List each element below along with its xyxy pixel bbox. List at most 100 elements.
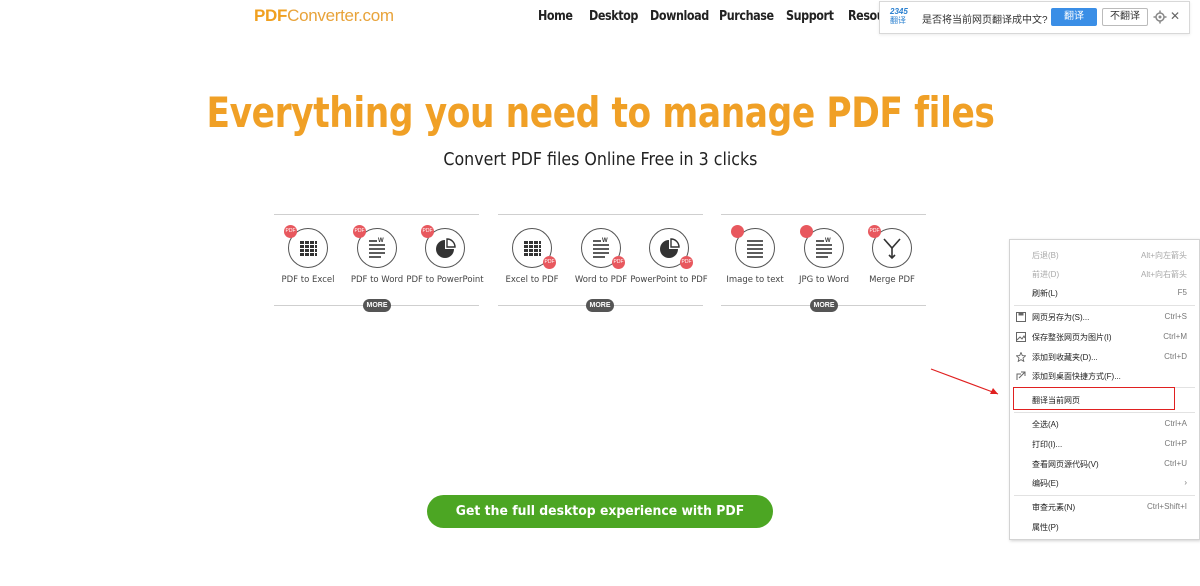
more-button[interactable]: MORE bbox=[810, 299, 838, 312]
divider bbox=[498, 214, 703, 215]
menu-item-shortcut: Alt+向右箭头 bbox=[1140, 270, 1187, 279]
tool-label: Merge PDF bbox=[869, 275, 915, 285]
pdf-badge-icon: PDF bbox=[612, 256, 625, 269]
menu-item-forward[interactable]: 前进(D) Alt+向右箭头 bbox=[1010, 265, 1199, 283]
menu-item-label: 刷新(L) bbox=[1032, 289, 1058, 298]
menu-item-view-source[interactable]: 查看网页源代码(V) Ctrl+U bbox=[1010, 455, 1199, 473]
menu-item-label: 保存整张网页为图片(I) bbox=[1032, 333, 1112, 342]
menu-item-label: 属性(P) bbox=[1032, 523, 1059, 532]
text-lines-icon bbox=[731, 225, 775, 268]
nav-download[interactable]: Download bbox=[650, 9, 709, 24]
translate-button[interactable]: 翻译 bbox=[1051, 8, 1097, 26]
red-arrow-annotation bbox=[930, 368, 999, 395]
tool-label: Image to text bbox=[726, 275, 784, 285]
tool-group-image-and-merge: Image to text W JPG to Word PDF Merge PD… bbox=[721, 214, 926, 314]
desktop-elite-cta-button[interactable]: Get the full desktop experience with PDF… bbox=[427, 495, 773, 552]
tool-pdf-to-excel[interactable]: PDF PDF to Excel bbox=[268, 225, 348, 285]
hero-title: Everything you need to manage PDF files bbox=[0, 88, 1200, 137]
nav-desktop[interactable]: Desktop bbox=[589, 9, 638, 24]
gear-icon[interactable] bbox=[1153, 10, 1167, 24]
menu-item-add-favorite[interactable]: 添加到收藏夹(D)... Ctrl+D bbox=[1010, 348, 1199, 366]
menu-item-label: 查看网页源代码(V) bbox=[1032, 460, 1099, 469]
excel-grid-icon: PDF bbox=[512, 228, 556, 269]
tool-label: Excel to PDF bbox=[505, 275, 559, 285]
svg-text:W: W bbox=[602, 238, 608, 244]
svg-text:W: W bbox=[825, 238, 831, 244]
tool-label: PDF to PowerPoint bbox=[406, 275, 484, 285]
translate-question: 是否将当前网页翻译成中文? bbox=[922, 15, 1048, 26]
tool-group-pdf-to-office: PDF PDF to Excel W PDF PDF to Word PDF P… bbox=[274, 214, 484, 314]
nav-home[interactable]: Home bbox=[538, 9, 573, 24]
image-badge-icon bbox=[731, 225, 744, 238]
menu-item-refresh[interactable]: 刷新(L) F5 bbox=[1010, 284, 1199, 302]
word-doc-icon: W PDF bbox=[353, 225, 397, 268]
svg-text:W: W bbox=[378, 238, 384, 244]
menu-item-save-as[interactable]: 网页另存为(S)... Ctrl+S bbox=[1010, 308, 1199, 326]
no-translate-button[interactable]: 不翻译 bbox=[1102, 8, 1148, 26]
menu-item-encoding[interactable]: 编码(E) › bbox=[1010, 474, 1199, 492]
hero-title-text: Everything you need to manage PDF files bbox=[205, 88, 995, 137]
menu-item-label: 网页另存为(S)... bbox=[1032, 313, 1090, 322]
merge-icon: PDF bbox=[868, 225, 912, 268]
tool-image-to-text[interactable]: Image to text bbox=[715, 225, 795, 285]
divider bbox=[721, 214, 926, 215]
pdf-badge-icon: PDF bbox=[868, 225, 881, 238]
logo-converter-text: Converter.com bbox=[287, 6, 394, 25]
tool-label: PowerPoint to PDF bbox=[630, 275, 708, 285]
tool-pdf-to-powerpoint[interactable]: PDF PDF to PowerPoint bbox=[405, 225, 485, 285]
nav-support[interactable]: Support bbox=[786, 9, 834, 24]
menu-separator bbox=[1014, 412, 1195, 413]
tool-label: PDF to Excel bbox=[281, 275, 335, 285]
menu-item-label: 编码(E) bbox=[1032, 479, 1059, 488]
menu-item-shortcut: Alt+向左箭头 bbox=[1140, 251, 1187, 260]
cta-text: Get the full desktop experience with PDF… bbox=[455, 503, 745, 552]
menu-item-desktop-shortcut[interactable]: 添加到桌面快捷方式(F)... bbox=[1010, 367, 1199, 385]
menu-separator bbox=[1014, 305, 1195, 306]
more-button[interactable]: MORE bbox=[363, 299, 391, 312]
powerpoint-pie-icon: PDF bbox=[649, 228, 693, 269]
nav-purchase[interactable]: Purchase bbox=[719, 9, 774, 24]
menu-item-shortcut: Ctrl+M bbox=[1163, 332, 1187, 341]
tool-powerpoint-to-pdf[interactable]: PDF PowerPoint to PDF bbox=[629, 228, 709, 285]
pdf-badge-icon: PDF bbox=[284, 225, 297, 238]
menu-item-inspect[interactable]: 审查元素(N) Ctrl+Shift+I bbox=[1010, 498, 1199, 516]
word-doc-icon: W bbox=[800, 225, 844, 268]
tool-merge-pdf[interactable]: PDF Merge PDF bbox=[852, 225, 932, 285]
excel-grid-icon: PDF bbox=[284, 225, 328, 268]
translate-logo-number: 2345 bbox=[890, 7, 908, 16]
menu-item-label: 添加到桌面快捷方式(F)... bbox=[1032, 372, 1121, 381]
more-button[interactable]: MORE bbox=[586, 299, 614, 312]
menu-item-select-all[interactable]: 全选(A) Ctrl+A bbox=[1010, 415, 1199, 433]
image-icon bbox=[1016, 332, 1026, 342]
image-badge-icon bbox=[800, 225, 813, 238]
menu-item-print[interactable]: 打印(I)... Ctrl+P bbox=[1010, 435, 1199, 453]
tool-excel-to-pdf[interactable]: PDF Excel to PDF bbox=[492, 228, 572, 285]
save-icon bbox=[1016, 312, 1026, 322]
translate-logo-text: 翻译 bbox=[890, 16, 906, 25]
menu-item-label: 添加到收藏夹(D)... bbox=[1032, 353, 1098, 362]
menu-item-shortcut: F5 bbox=[1177, 288, 1187, 297]
menu-item-label: 前进(D) bbox=[1032, 270, 1060, 279]
hero-subtitle-text: Convert PDF files Online Free in 3 click… bbox=[443, 149, 757, 170]
menu-item-label: 打印(I)... bbox=[1032, 440, 1063, 449]
menu-item-save-as-image[interactable]: 保存整张网页为图片(I) Ctrl+M bbox=[1010, 328, 1199, 346]
hero-subtitle: Convert PDF files Online Free in 3 click… bbox=[0, 149, 1200, 170]
menu-item-label: 审查元素(N) bbox=[1032, 503, 1076, 512]
tool-group-office-to-pdf: PDF Excel to PDF W PDF Word to PDF PDF P… bbox=[498, 214, 708, 314]
highlight-box bbox=[1013, 387, 1175, 410]
site-logo[interactable]: PDFConverter.com bbox=[254, 6, 394, 26]
menu-item-label: 后退(B) bbox=[1032, 251, 1059, 260]
menu-item-shortcut: Ctrl+A bbox=[1164, 419, 1187, 428]
browser-context-menu: 后退(B) Alt+向左箭头 前进(D) Alt+向右箭头 刷新(L) F5 网… bbox=[1009, 239, 1200, 540]
menu-item-properties[interactable]: 属性(P) bbox=[1010, 518, 1199, 536]
close-icon[interactable]: ✕ bbox=[1170, 9, 1180, 23]
pdf-badge-icon: PDF bbox=[353, 225, 366, 238]
logo-pdf-text: PDF bbox=[254, 6, 288, 25]
pdf-badge-icon: PDF bbox=[543, 256, 556, 269]
pdf-badge-icon: PDF bbox=[421, 225, 434, 238]
menu-item-shortcut: Ctrl+P bbox=[1164, 439, 1187, 448]
menu-item-shortcut: Ctrl+Shift+I bbox=[1146, 502, 1187, 511]
shortcut-icon bbox=[1016, 371, 1026, 381]
menu-item-label: 全选(A) bbox=[1032, 420, 1059, 429]
menu-item-back[interactable]: 后退(B) Alt+向左箭头 bbox=[1010, 246, 1199, 264]
